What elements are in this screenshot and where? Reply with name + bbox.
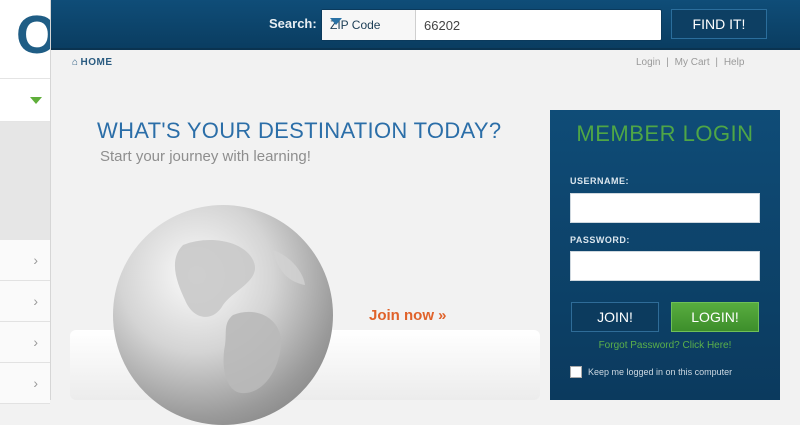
top-links: Login | My Cart | Help	[636, 57, 747, 68]
sidebar-item[interactable]: ›	[0, 281, 50, 322]
hero-title: WHAT'S YOUR DESTINATION TODAY?	[97, 118, 502, 143]
sidebar-item[interactable]: ›	[0, 322, 50, 363]
search-type-select[interactable]: ZIP Code	[322, 10, 416, 40]
chevron-down-icon[interactable]	[30, 97, 42, 104]
join-now-link[interactable]: Join now »	[369, 307, 447, 324]
chevron-down-icon	[330, 18, 342, 25]
link-separator: |	[666, 57, 669, 68]
keep-logged-in-checkbox[interactable]	[570, 366, 582, 378]
join-button[interactable]: JOIN!	[571, 302, 659, 332]
password-label: PASSWORD:	[570, 235, 630, 245]
sidebar-dropdown[interactable]	[0, 78, 50, 122]
breadcrumb-home[interactable]: ⌂ HOME	[72, 57, 113, 68]
hero-subtitle: Start your journey with learning!	[100, 148, 311, 165]
home-icon: ⌂	[72, 57, 79, 68]
login-title: MEMBER LOGIN	[576, 121, 754, 146]
keep-logged-in: Keep me logged in on this computer	[570, 366, 732, 378]
logo-mark: O	[15, 5, 50, 65]
keep-logged-in-label: Keep me logged in on this computer	[588, 367, 733, 377]
sidebar-item[interactable]: ›	[0, 363, 50, 404]
chevron-right-icon: ›	[33, 252, 38, 268]
link-help[interactable]: Help	[724, 57, 745, 68]
link-my-cart[interactable]: My Cart	[675, 57, 710, 68]
chevron-right-icon: ›	[33, 334, 38, 350]
chevron-right-icon: ›	[33, 293, 38, 309]
login-button[interactable]: LOGIN!	[671, 302, 759, 332]
member-login-panel: MEMBER LOGIN USERNAME: PASSWORD: JOIN! L…	[550, 110, 780, 400]
search-input[interactable]	[416, 10, 672, 40]
sidebar-panel	[0, 122, 50, 240]
link-separator: |	[715, 57, 719, 68]
username-field[interactable]	[570, 193, 760, 223]
search-box: ZIP Code	[321, 9, 672, 41]
search-label: Search:	[269, 16, 317, 31]
chevron-right-icon: ›	[33, 375, 38, 391]
logo[interactable]: O	[0, 0, 50, 78]
username-label: USERNAME:	[570, 176, 630, 186]
left-sidebar: O › › › ›	[0, 0, 51, 404]
header-bar: Search: ZIP Code FIND IT!	[50, 0, 800, 50]
link-login[interactable]: Login	[636, 57, 660, 68]
forgot-password-link[interactable]: Forgot Password? Click Here!	[550, 340, 780, 351]
find-button[interactable]: FIND IT!	[671, 9, 767, 39]
home-label: HOME	[80, 57, 113, 68]
globe-icon	[113, 205, 333, 425]
sidebar-item[interactable]: ›	[0, 240, 50, 281]
password-field[interactable]	[570, 251, 760, 281]
